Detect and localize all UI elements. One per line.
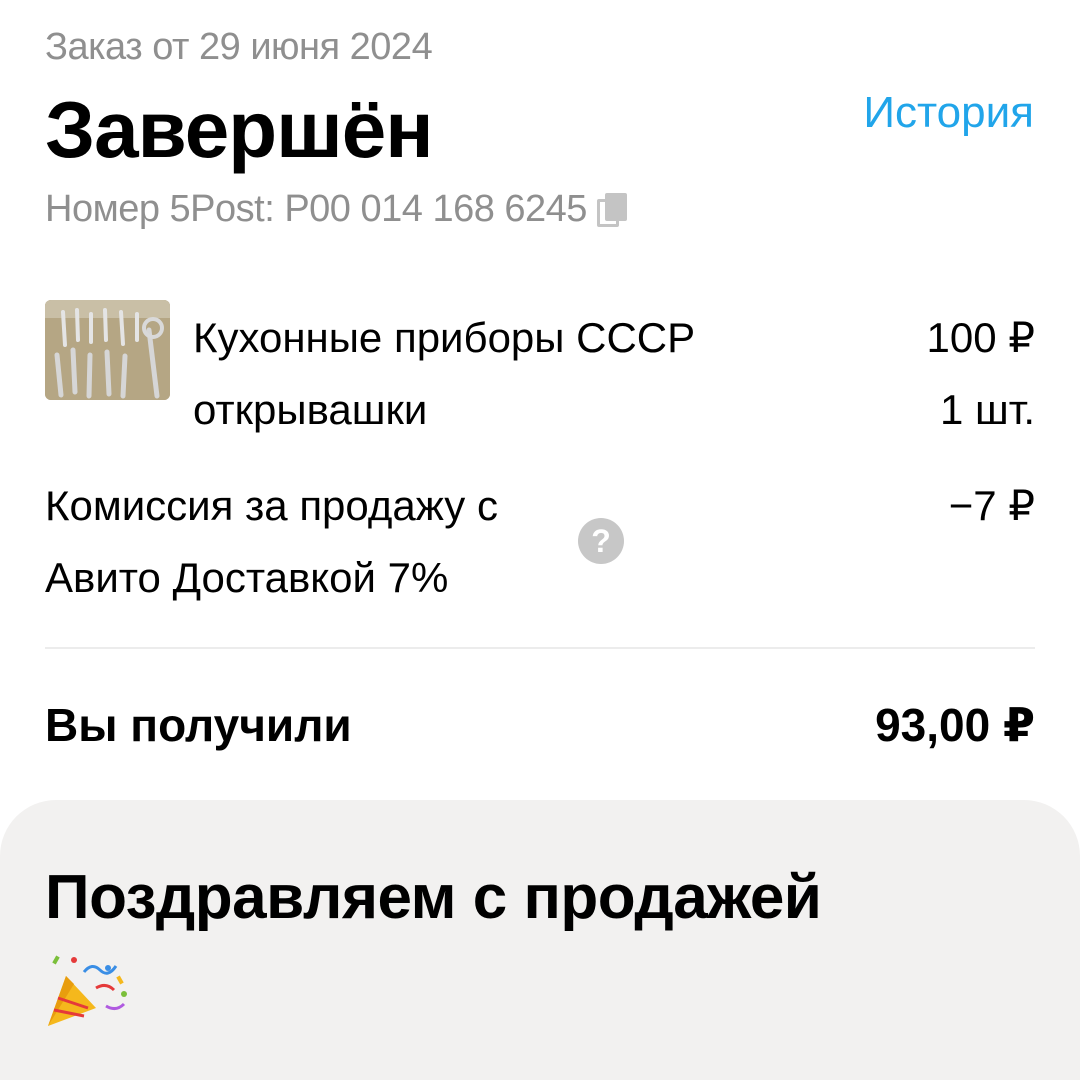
product-quantity: 1 шт. bbox=[940, 386, 1035, 433]
order-status-title: Завершён bbox=[45, 85, 434, 174]
divider bbox=[45, 647, 1035, 649]
total-label: Вы получили bbox=[45, 699, 352, 751]
commission-label: Комиссия за продажу с Авито Доставкой 7% bbox=[45, 482, 498, 601]
product-thumbnail[interactable] bbox=[45, 300, 170, 400]
product-item[interactable]: Кухонные приборы СССР открывашки 100 ₽ 1… bbox=[45, 300, 1035, 433]
party-popper-icon bbox=[48, 955, 127, 1026]
order-date: Заказ от 29 июня 2024 bbox=[45, 26, 433, 68]
congrats-title: Поздравляем с продажей bbox=[45, 863, 822, 932]
product-name[interactable]: Кухонные приборы СССР открывашки bbox=[193, 302, 813, 446]
tracking-number-row: Номер 5Post: Р00 014 168 6245 bbox=[45, 188, 629, 231]
total-amount: 93,00 ₽ bbox=[875, 699, 1035, 751]
question-icon[interactable]: ? bbox=[578, 518, 624, 564]
product-price: 100 ₽ bbox=[926, 314, 1035, 361]
copy-icon[interactable] bbox=[596, 192, 629, 227]
history-link[interactable]: История bbox=[863, 88, 1034, 138]
commission-row: Комиссия за продажу с Авито Доставкой 7%… bbox=[45, 470, 1035, 610]
tracking-number: Номер 5Post: Р00 014 168 6245 bbox=[45, 188, 587, 230]
product-price-block: 100 ₽ 1 шт. bbox=[927, 302, 1035, 446]
congrats-card: Поздравляем с продажей bbox=[0, 800, 1080, 1080]
commission-amount: −7 ₽ bbox=[948, 482, 1035, 529]
